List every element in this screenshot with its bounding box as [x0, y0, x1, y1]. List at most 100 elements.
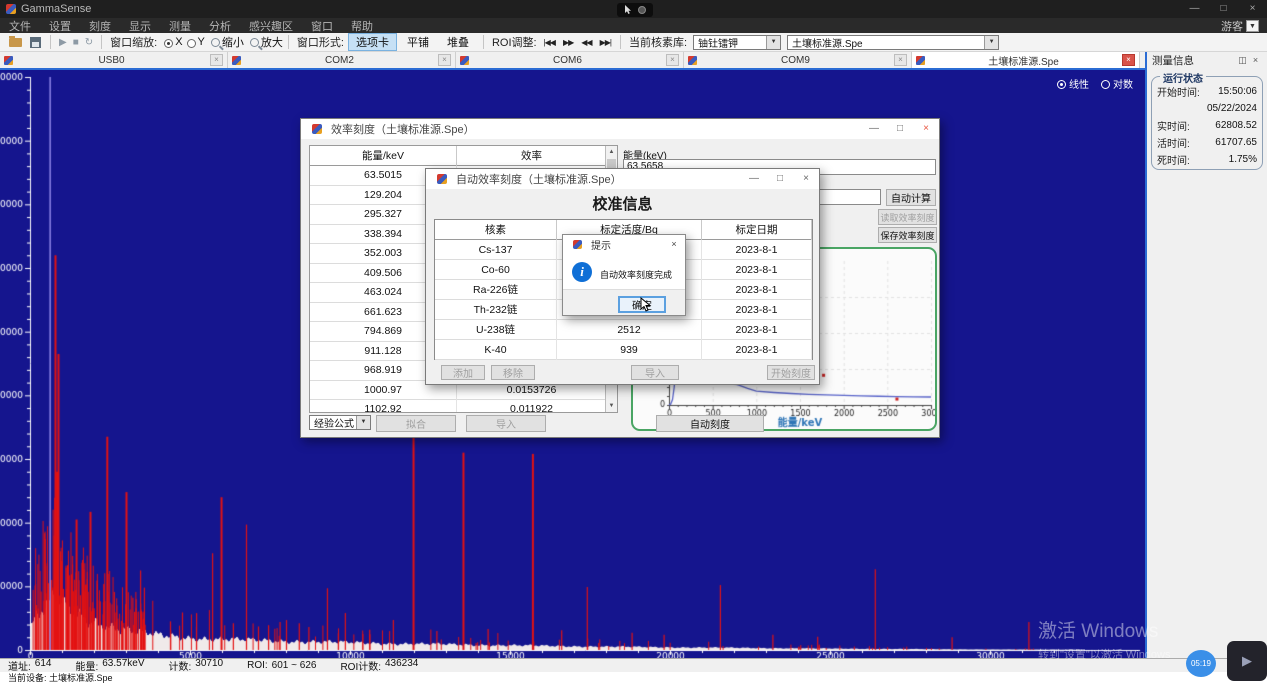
save-icon[interactable] [30, 37, 41, 48]
close-icon[interactable]: × [1249, 55, 1262, 65]
roi-last-icon[interactable]: ▶▶| [600, 38, 611, 47]
zoom-y-radio[interactable] [187, 39, 196, 48]
separator [101, 35, 102, 49]
menu-item[interactable]: 感兴趣区 [240, 18, 302, 34]
tab-close-icon[interactable]: × [894, 54, 907, 66]
minimize-icon[interactable]: — [861, 119, 887, 139]
date-cell: 2023-8-1 [702, 260, 812, 280]
dialog-title-bar[interactable]: 自动效率刻度（土壤标准源.Spe） — □ × [426, 169, 819, 189]
close-icon[interactable]: × [913, 119, 939, 139]
menu-item[interactable]: 窗口 [302, 18, 342, 34]
open-file-icon[interactable] [9, 38, 22, 47]
zoom-in-icon[interactable] [250, 38, 259, 47]
info-icon: i [572, 262, 592, 282]
linear-label: 线性 [1069, 80, 1089, 91]
dialog-controls: — □ × [741, 169, 819, 189]
menu-item[interactable]: 刻度 [80, 18, 120, 34]
fit-button[interactable]: 拟合 [376, 415, 456, 432]
info-label: 开始时间: [1157, 84, 1200, 99]
nuclide-library-select[interactable]: 铀钍镭钾 ▼ [693, 35, 781, 50]
chevron-down-icon[interactable]: ▼ [356, 416, 370, 429]
zoom-in-label[interactable]: 放大 [261, 34, 283, 50]
tab-close-icon[interactable]: × [1122, 54, 1135, 66]
column-nuclide: 核素 [435, 220, 557, 240]
run-status-group: 运行状态 开始时间:15:50:0605/22/2024实时间:62808.52… [1151, 76, 1263, 170]
close-icon[interactable]: × [1238, 0, 1267, 18]
maximize-icon[interactable]: □ [767, 169, 793, 189]
msgbox-message: 自动效率刻度完成 [600, 268, 672, 281]
roi-forward-icon[interactable]: ▶▶ [563, 38, 573, 47]
menu-item[interactable]: 测量 [160, 18, 200, 34]
scale-log-option[interactable]: 对数 [1101, 76, 1133, 91]
menu-item[interactable]: 帮助 [342, 18, 382, 34]
scroll-down-icon[interactable]: ▼ [606, 400, 617, 412]
tab-active[interactable]: 土壤标准源.Spe× [912, 52, 1140, 68]
add-button[interactable]: 添加 [441, 365, 485, 380]
minimize-icon[interactable]: — [741, 169, 767, 189]
save-calibration-button[interactable]: 保存效率刻度 [878, 227, 937, 243]
close-icon[interactable]: × [793, 169, 819, 189]
menu-item[interactable]: 分析 [200, 18, 240, 34]
roi-first-icon[interactable]: |◀◀ [544, 38, 555, 47]
remove-button[interactable]: 移除 [491, 365, 535, 380]
column-energy: 能量/keV [310, 146, 457, 166]
dialog-title-bar[interactable]: 效率刻度（土壤标准源.Spe） — □ × [301, 119, 939, 139]
zoom-out-label[interactable]: 缩小 [222, 34, 244, 50]
tab-close-icon[interactable]: × [438, 54, 451, 66]
recorder-control-box[interactable]: ▶ [1227, 641, 1267, 681]
menu-item[interactable]: 文件 [0, 18, 40, 34]
tab-inactive[interactable]: COM6× [456, 52, 684, 68]
roi-back-icon[interactable]: ◀◀ [581, 38, 591, 47]
app-icon [460, 56, 469, 65]
tab-inactive[interactable]: COM2× [228, 52, 456, 68]
formula-value: 经验公式 [314, 415, 354, 430]
menu-item[interactable]: 设置 [40, 18, 80, 34]
mode-tabbed-button[interactable]: 选项卡 [348, 33, 397, 51]
auto-calc-button[interactable]: 自动计算 [886, 189, 936, 206]
maximize-icon[interactable]: □ [1209, 0, 1238, 18]
import-button[interactable]: 导入 [466, 415, 546, 432]
tab-close-icon[interactable]: × [210, 54, 223, 66]
status-label: ROI计数: [340, 658, 381, 673]
screen-recorder-pill[interactable] [617, 3, 653, 17]
read-calibration-button[interactable]: 读取效率刻度 [878, 209, 937, 225]
mode-stacked-button[interactable]: 堆叠 [439, 33, 477, 51]
chevron-down-icon[interactable]: ▼ [766, 36, 780, 49]
chevron-down-icon[interactable]: ▼ [1246, 20, 1259, 32]
pin-icon[interactable]: ◫ [1236, 55, 1249, 66]
tab-inactive[interactable]: COM9× [684, 52, 912, 68]
stop-acquisition-icon[interactable]: ■ [73, 37, 79, 48]
spectrum-file-value: 土壤标准源.Spe [792, 35, 863, 50]
chevron-down-icon[interactable]: ▼ [984, 36, 998, 49]
message-box: 提示 × i 自动效率刻度完成 确定 [562, 234, 686, 316]
maximize-icon[interactable]: □ [887, 119, 913, 139]
formula-select[interactable]: 经验公式 ▼ [309, 415, 371, 430]
mode-tiled-button[interactable]: 平铺 [399, 33, 437, 51]
zoom-x-radio[interactable] [164, 39, 173, 48]
table-row[interactable]: 1102.920.011922 [310, 400, 617, 413]
zoom-out-icon[interactable] [211, 38, 220, 47]
close-icon[interactable]: × [663, 239, 685, 249]
status-label: 计数: [169, 658, 192, 673]
import-button[interactable]: 导入 [631, 365, 679, 380]
separator [50, 35, 51, 49]
recorder-timer-bubble[interactable]: 05:19 [1186, 650, 1216, 677]
scroll-up-icon[interactable]: ▲ [606, 146, 617, 158]
msgbox-title-bar[interactable]: 提示 × [563, 235, 685, 253]
tab-inactive[interactable]: USB0× [0, 52, 228, 68]
user-badge[interactable]: 游客 ▼ [1221, 18, 1267, 34]
table-row[interactable]: U-238链25122023-8-1 [435, 320, 812, 340]
info-value: 1.75% [1229, 154, 1257, 165]
start-calibration-button[interactable]: 开始刻度 [767, 365, 815, 380]
log-radio-icon [1101, 80, 1110, 89]
table-row[interactable]: K-409392023-8-1 [435, 340, 812, 360]
refresh-icon[interactable]: ↻ [85, 37, 93, 48]
spectrum-file-select[interactable]: 土壤标准源.Spe ▼ [787, 35, 999, 50]
menu-item[interactable]: 显示 [120, 18, 160, 34]
info-label: 死时间: [1157, 152, 1190, 167]
start-acquisition-icon[interactable]: ▶ [59, 37, 67, 48]
scale-linear-option[interactable]: 线性 [1057, 76, 1089, 91]
minimize-icon[interactable]: — [1180, 0, 1209, 18]
auto-calibrate-button[interactable]: 自动刻度 [656, 415, 764, 432]
tab-close-icon[interactable]: × [666, 54, 679, 66]
